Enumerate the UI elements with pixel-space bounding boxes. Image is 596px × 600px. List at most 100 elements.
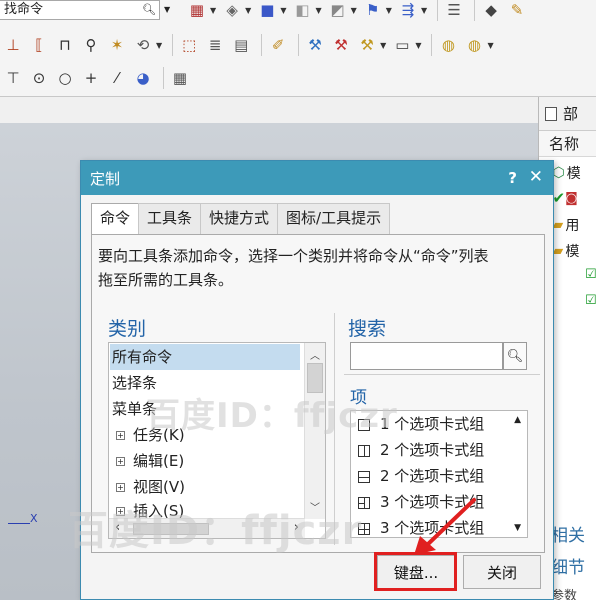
tab-icons-tooltips[interactable]: 图标/工具提示	[277, 203, 391, 234]
category-label: 类别	[108, 318, 147, 340]
parameters-panel-header[interactable]: 参数	[551, 585, 577, 600]
tab-shortcuts[interactable]: 快捷方式	[200, 203, 279, 234]
scroll-down-icon[interactable]: ﹀	[310, 499, 320, 514]
spark-icon[interactable]: ✶	[106, 34, 128, 56]
search-button[interactable]: 🔍︎	[503, 342, 527, 370]
wrench-icon[interactable]: ✎	[506, 0, 528, 21]
transform-icon[interactable]: ⟲	[132, 34, 154, 56]
grid-icon[interactable]: ▦	[169, 67, 191, 89]
navigator-column-header[interactable]: 名称	[539, 131, 596, 157]
navigator-row[interactable]: ☑	[585, 267, 596, 282]
list-icon[interactable]: ☰	[443, 0, 465, 21]
pencil-icon[interactable]: ✐	[267, 34, 289, 56]
tool-red-icon[interactable]: ⚒	[330, 34, 352, 56]
circle-center-icon[interactable]: ⊙	[28, 67, 50, 89]
navigator-row-label: 模	[566, 166, 581, 182]
scroll-down-icon[interactable]: ▼	[514, 523, 521, 533]
diamond-icon[interactable]: ◆	[480, 0, 502, 21]
item-three-tabbed-group[interactable]: 3 个选项卡式组	[352, 489, 484, 515]
chevron-down-icon[interactable]: ▼	[415, 41, 421, 50]
toolbar-row-3: ⊤ ⊙ ○ + ⁄ ◕ ▦	[2, 63, 195, 93]
category-vertical-scrollbar[interactable]: ︿ ﹀	[304, 343, 325, 519]
category-item-edit[interactable]: + 编辑(E)	[110, 448, 184, 474]
category-item-task[interactable]: + 任务(K)	[110, 422, 185, 448]
item-one-tabbed-group[interactable]: 1 个选项卡式组	[352, 411, 484, 437]
command-finder[interactable]: 找命令 🔍︎	[0, 0, 160, 20]
scroll-left-icon[interactable]: ‹	[115, 520, 120, 535]
expand-icon[interactable]: +	[116, 431, 125, 440]
shade-icon[interactable]: ◩	[327, 0, 349, 21]
item-two-tabbed-group-horizontal[interactable]: 2 个选项卡式组	[352, 463, 484, 489]
tool-blue-icon[interactable]: ⚒	[304, 34, 326, 56]
horizontal-scroll-thumb[interactable]	[133, 523, 209, 535]
chart-icon[interactable]: ▦	[186, 0, 208, 21]
expand-icon[interactable]: +	[116, 507, 125, 516]
chevron-down-icon[interactable]: ▼	[380, 41, 386, 50]
category-item-view[interactable]: + 视图(V)	[110, 474, 185, 500]
feature-check-icon: ☑	[585, 293, 596, 308]
details-panel-header[interactable]: 细节	[551, 553, 585, 578]
chevron-down-icon[interactable]: ▼	[210, 6, 216, 15]
tab-toolbars[interactable]: 工具条	[138, 203, 202, 234]
bracket-icon[interactable]: ⟦	[28, 34, 50, 56]
scroll-right-icon[interactable]: ›	[294, 520, 299, 535]
tab-commands[interactable]: 命令	[91, 203, 140, 235]
navigator-row[interactable]: ☑	[585, 293, 596, 308]
chevron-down-icon[interactable]: ▼	[421, 6, 427, 15]
command-finder-input[interactable]: 找命令	[4, 2, 43, 17]
item-two-tabbed-group-vertical[interactable]: 2 个选项卡式组	[352, 437, 484, 463]
item-label: 2 个选项卡式组	[380, 441, 485, 459]
category-item-selection-bar[interactable]: 选择条	[110, 370, 157, 396]
flag-icon[interactable]: ⚑	[362, 0, 384, 21]
chevron-down-icon[interactable]: ▼	[386, 6, 392, 15]
category-item-menu-bar[interactable]: 菜单条	[110, 396, 157, 422]
text-box-icon[interactable]: ▭	[391, 34, 413, 56]
chevron-down-icon[interactable]: ▼	[280, 6, 286, 15]
tool-yellow-icon[interactable]: ⚒	[356, 34, 378, 56]
plus-icon[interactable]: +	[80, 67, 102, 89]
assembly-2-icon[interactable]: ◍	[463, 34, 485, 56]
datum-icon[interactable]: ⚲	[80, 34, 102, 56]
check-icon: ✔	[552, 189, 566, 207]
cube-icon[interactable]: ■	[256, 0, 278, 21]
close-icon[interactable]: ✕	[529, 167, 543, 187]
items-label: 项	[350, 388, 367, 408]
chevron-down-icon[interactable]: ▼	[164, 5, 170, 14]
category-item-all-commands[interactable]: 所有命令	[110, 344, 300, 370]
hole-icon[interactable]: ⊓	[54, 34, 76, 56]
horizontal-split-icon	[358, 470, 370, 483]
scroll-thumb[interactable]	[307, 363, 323, 393]
chevron-down-icon[interactable]: ▼	[315, 6, 321, 15]
dialog-title-bar[interactable]: 定制 ? ✕	[81, 161, 553, 195]
assembly-icon[interactable]: ◍	[437, 34, 459, 56]
help-icon[interactable]: ?	[508, 169, 517, 187]
chevron-down-icon[interactable]: ▼	[156, 41, 162, 50]
scroll-up-icon[interactable]: ︿	[310, 347, 320, 362]
search-input[interactable]	[350, 342, 503, 370]
items-list[interactable]: 1 个选项卡式组 2 个选项卡式组 2 个选项卡式组 3 个选项卡式组 3 个选…	[350, 410, 528, 538]
expand-icon[interactable]: +	[116, 483, 125, 492]
search-icon[interactable]: 🔍︎	[141, 2, 157, 18]
database-icon[interactable]: ▤	[230, 34, 252, 56]
chevron-down-icon[interactable]: ▼	[351, 6, 357, 15]
line-icon[interactable]: ⁄	[106, 67, 128, 89]
chevron-down-icon[interactable]: ▼	[245, 6, 251, 15]
box-icon[interactable]: ◧	[291, 0, 313, 21]
category-horizontal-scrollbar[interactable]: ‹ ›	[109, 518, 305, 538]
tangent-icon[interactable]: ⊤	[2, 67, 24, 89]
dimension-icon[interactable]: ⊥	[2, 34, 24, 56]
layer-icon[interactable]: ◈	[221, 0, 243, 21]
category-list[interactable]: 所有命令 选择条 菜单条 + 任务(K) + 编辑(E) + 视图(V) + 插入(S)…	[108, 342, 326, 539]
expand-icon[interactable]: +	[116, 457, 125, 466]
related-panel-header[interactable]: 相关	[551, 521, 585, 546]
frame-icon[interactable]: ⬚	[178, 34, 200, 56]
close-button[interactable]: 关闭	[463, 555, 541, 589]
move-icon[interactable]: ⇶	[397, 0, 419, 21]
scroll-up-icon[interactable]: ▲	[514, 415, 521, 425]
chevron-down-icon[interactable]: ▼	[487, 41, 493, 50]
stack-icon[interactable]: ≣	[204, 34, 226, 56]
circle-icon[interactable]: ○	[54, 67, 76, 89]
item-three-tabbed-group-alt[interactable]: 3 个选项卡式组	[352, 515, 484, 537]
measure-icon[interactable]: ◕	[132, 67, 154, 89]
category-item-insert[interactable]: + 插入(S)	[110, 498, 184, 518]
